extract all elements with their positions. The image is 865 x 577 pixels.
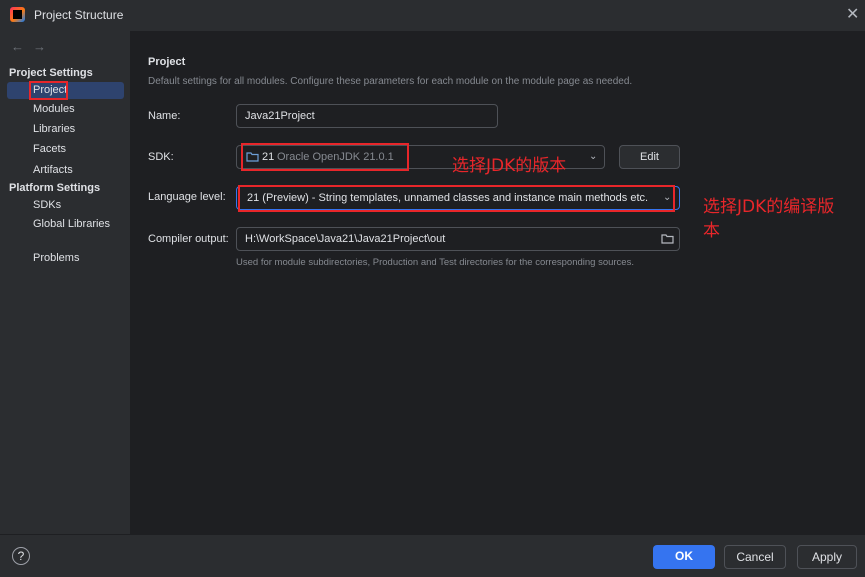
forward-arrow-icon[interactable]: → xyxy=(33,39,46,54)
name-label: Name: xyxy=(148,110,181,122)
apply-button[interactable]: Apply xyxy=(797,545,857,569)
compiler-output-value: H:\WorkSpace\Java21\Java21Project\out xyxy=(245,233,446,245)
help-icon[interactable]: ? xyxy=(12,547,30,565)
sidebar-item-problems[interactable]: Problems xyxy=(33,252,79,264)
annotation-language-note-line1: 选择JDK的编译版 xyxy=(703,197,835,217)
edit-sdk-button[interactable]: Edit xyxy=(619,145,680,169)
sidebar-item-sdks[interactable]: SDKs xyxy=(33,199,61,211)
bottom-bar: ? OK Cancel Apply xyxy=(0,534,865,577)
annotation-sdk-note: 选择JDK的版本 xyxy=(452,156,567,176)
page-title: Project xyxy=(148,56,186,68)
annotation-box-project xyxy=(29,81,68,100)
sdk-label: SDK: xyxy=(148,151,174,163)
folder-browse-icon[interactable] xyxy=(661,233,674,244)
sidebar-item-artifacts[interactable]: Artifacts xyxy=(33,164,73,176)
close-icon[interactable]: ✕ xyxy=(846,6,859,24)
annotation-box-language xyxy=(238,185,675,212)
ok-button[interactable]: OK xyxy=(653,545,715,569)
window-title: Project Structure xyxy=(34,8,124,22)
sidebar-item-modules[interactable]: Modules xyxy=(33,103,75,115)
name-input[interactable]: Java21Project xyxy=(236,104,498,128)
main-content: Project Default settings for all modules… xyxy=(131,31,865,534)
sidebar-item-facets[interactable]: Facets xyxy=(33,143,66,155)
intellij-logo-icon xyxy=(10,7,25,22)
compiler-output-hint: Used for module subdirectories, Producti… xyxy=(236,257,634,268)
sidebar: ← → Project Settings Project Modules Lib… xyxy=(0,31,131,534)
sidebar-item-global-libraries[interactable]: Global Libraries xyxy=(33,218,110,230)
page-description: Default settings for all modules. Config… xyxy=(148,76,633,87)
section-project-settings: Project Settings xyxy=(9,67,93,79)
name-input-value: Java21Project xyxy=(245,110,315,122)
compiler-output-label: Compiler output: xyxy=(148,233,229,245)
title-bar: Project Structure ✕ xyxy=(0,0,865,31)
sidebar-item-libraries[interactable]: Libraries xyxy=(33,123,75,135)
annotation-box-sdk xyxy=(241,143,409,171)
compiler-output-input[interactable]: H:\WorkSpace\Java21\Java21Project\out xyxy=(236,227,680,251)
annotation-language-note-line2: 本 xyxy=(703,221,720,241)
back-arrow-icon[interactable]: ← xyxy=(11,39,24,54)
cancel-button[interactable]: Cancel xyxy=(724,545,786,569)
section-platform-settings: Platform Settings xyxy=(9,182,101,194)
edit-button-label: Edit xyxy=(640,151,659,163)
language-level-label: Language level: xyxy=(148,191,226,203)
chevron-down-icon: ⌄ xyxy=(589,151,598,162)
